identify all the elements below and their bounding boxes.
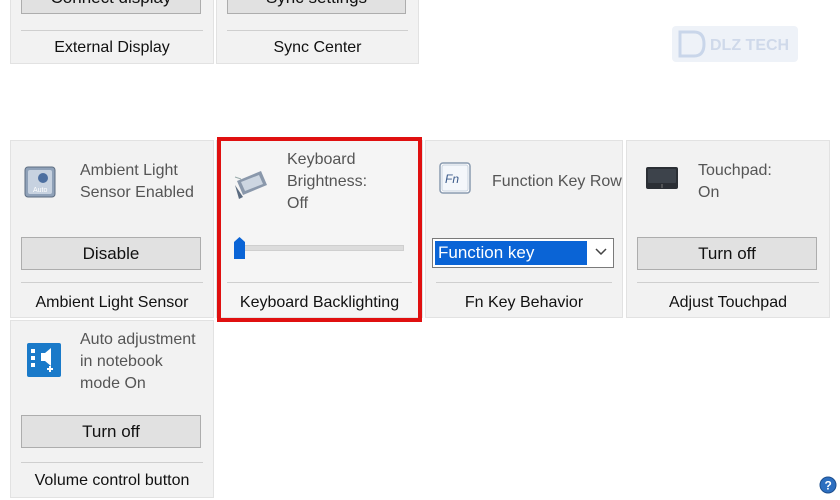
fn-status: Function Key Row: [492, 171, 622, 193]
status-line: Auto adjustment: [80, 331, 196, 348]
touchpad-icon: [646, 167, 678, 189]
brightness-slider-thumb[interactable]: [233, 236, 246, 260]
sync-settings-button[interactable]: Sync settings: [227, 0, 406, 14]
tile-fn-key: Fn Function Key Row Fn Key Behavior: [425, 140, 623, 318]
tile-footer: Volume control button: [34, 472, 190, 489]
ambient-status: Ambient Light Sensor Enabled: [80, 160, 194, 204]
status-line: On: [698, 184, 720, 201]
chevron-down-icon: [595, 248, 607, 256]
tile-ambient-light: Auto Ambient Light Sensor Enabled Disabl…: [10, 140, 214, 318]
brightness-slider-track[interactable]: [234, 245, 404, 251]
tile-footer: Fn Key Behavior: [464, 294, 584, 311]
keyboard-status: Keyboard Brightness: Off: [287, 149, 367, 215]
tile-keyboard-backlighting: Keyboard Brightness: Off Keyboard Backli…: [216, 140, 423, 318]
tile-separator: [637, 282, 819, 283]
touchpad-status: Touchpad: On: [698, 160, 772, 204]
disable-button[interactable]: Disable: [21, 237, 201, 270]
status-line: Keyboard: [287, 151, 356, 168]
tile-volume-control: Auto adjustment in notebook mode On Turn…: [10, 320, 214, 498]
tile-sync-center: Sync settings Sync Center: [216, 0, 419, 64]
tile-footer: Sync Center: [273, 39, 362, 56]
dlz-tech-logo: DLZ TECH: [672, 26, 798, 62]
tile-separator: [21, 282, 203, 283]
svg-text:Auto: Auto: [33, 187, 48, 194]
svg-text:?: ?: [825, 479, 832, 493]
volume-control-icon: [27, 343, 61, 377]
ambient-light-sensor-icon: Auto: [24, 166, 56, 198]
keyboard-backlight-icon: [234, 171, 267, 199]
tile-footer: Keyboard Backlighting: [239, 294, 400, 311]
tile-separator: [436, 282, 612, 283]
tile-separator: [227, 282, 412, 283]
status-line: Sensor Enabled: [80, 184, 194, 201]
status-line: Ambient Light: [80, 162, 178, 179]
fn-key-behavior-select[interactable]: Function key: [432, 238, 614, 268]
status-line: mode On: [80, 375, 146, 392]
help-icon[interactable]: ?: [819, 476, 837, 494]
tile-footer: Adjust Touchpad: [668, 294, 787, 311]
status-line: Off: [287, 195, 309, 212]
tile-touchpad: Touchpad: On Turn off Adjust Touchpad: [626, 140, 830, 318]
tile-separator: [21, 462, 203, 463]
tile-separator: [21, 30, 203, 31]
connect-display-button[interactable]: Connect display: [21, 0, 201, 14]
tile-footer: Ambient Light Sensor: [35, 294, 189, 311]
volume-status: Auto adjustment in notebook mode On: [80, 329, 196, 395]
status-line: Touchpad:: [698, 162, 772, 179]
function-key-icon: Fn: [439, 162, 471, 194]
status-line: Function Key Row: [492, 173, 622, 190]
tile-footer: External Display: [54, 39, 170, 56]
svg-text:DLZ TECH: DLZ TECH: [710, 37, 789, 54]
tile-separator: [227, 30, 408, 31]
svg-text:Fn: Fn: [445, 172, 459, 186]
tile-external-display: Connect display External Display: [10, 0, 214, 64]
selected-value: Function key: [435, 241, 587, 265]
touchpad-turn-off-button[interactable]: Turn off: [637, 237, 817, 270]
status-line: Brightness:: [287, 173, 368, 190]
status-line: in notebook: [80, 353, 163, 370]
volume-turn-off-button[interactable]: Turn off: [21, 415, 201, 448]
